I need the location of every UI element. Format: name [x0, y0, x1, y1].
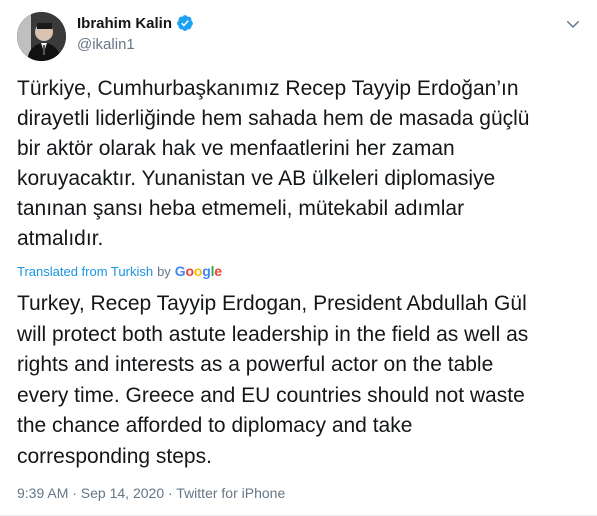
tweet-timestamp-source[interactable]: 9:39 AM · Sep 14, 2020 · Twitter for iPh… — [17, 485, 285, 501]
author-handle[interactable]: @ikalin1 — [77, 36, 135, 53]
translated-by-label: by — [157, 263, 171, 279]
avatar-photo-icon — [17, 12, 66, 61]
google-logo-icon: Google — [174, 263, 222, 279]
more-options-button[interactable] — [561, 12, 585, 36]
tweet-card: Ibrahim Kalin @ikalin1 Türkiye, Cumhurba… — [0, 0, 597, 516]
tweet-original-text: Türkiye, Cumhurbaşkanımız Recep Tayyip E… — [17, 77, 530, 250]
author-name-row[interactable]: Ibrahim Kalin — [77, 14, 194, 32]
chevron-down-icon — [567, 21, 579, 28]
tweet-translated-text: Turkey, Recep Tayyip Erdogan, President … — [17, 292, 529, 468]
translation-attribution: Translated from Turkish by Google — [17, 263, 222, 279]
translated-from-link[interactable]: Translated from Turkish — [17, 264, 153, 279]
author-display-name[interactable]: Ibrahim Kalin — [77, 15, 172, 32]
avatar[interactable] — [17, 12, 66, 61]
verified-badge-icon — [177, 15, 193, 31]
